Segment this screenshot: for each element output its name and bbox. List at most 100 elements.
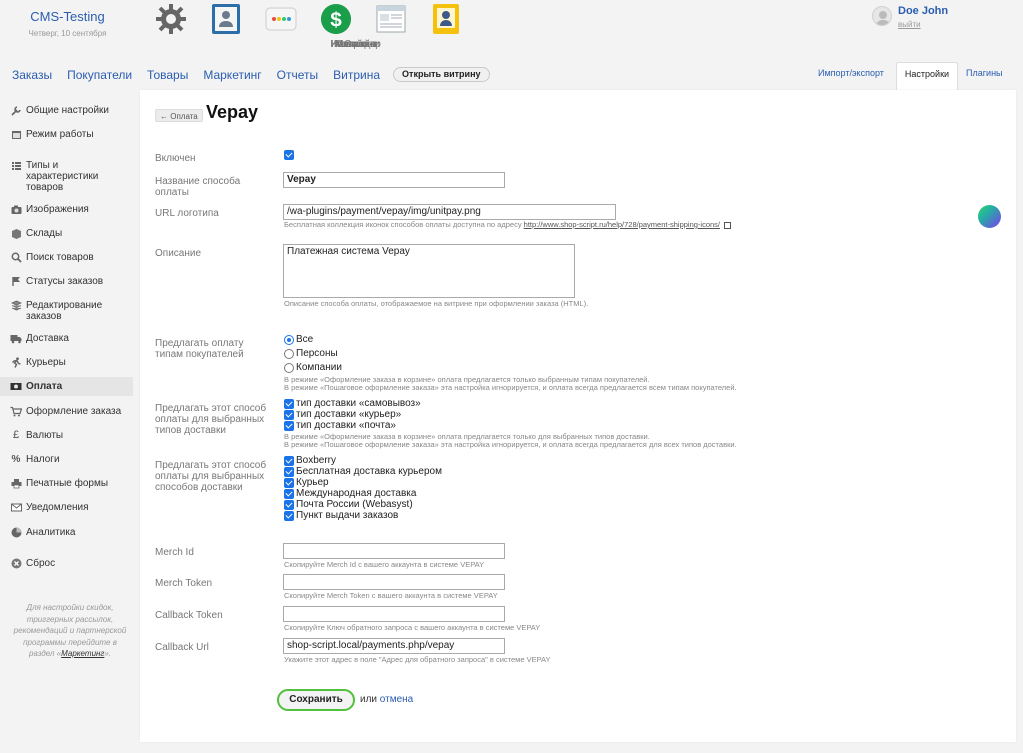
tab-plugins[interactable]: Плагины <box>958 62 1010 90</box>
back-to-payment-button[interactable]: ← Оплата <box>155 109 203 122</box>
sidebar-item-general[interactable]: Общие настройки <box>0 101 133 120</box>
sidebar-item-product-search[interactable]: Поиск товаров <box>0 248 133 267</box>
merch-token-input[interactable] <box>283 574 505 590</box>
callback-token-hint: Скопируйте Ключ обратного запроса с ваше… <box>284 623 541 632</box>
nav-customers[interactable]: Покупатели <box>67 68 132 82</box>
sidebar-item-shipping[interactable]: Доставка <box>0 329 133 348</box>
app-team[interactable]: Команда <box>335 2 473 50</box>
name-input[interactable]: Vepay <box>283 172 505 188</box>
customer-type-persons-label[interactable]: Персоны <box>296 348 338 359</box>
app-label: Команда <box>335 39 376 50</box>
shipping-method-courier-label[interactable]: Курьер <box>296 477 329 488</box>
customer-types-hint-2: В режиме «Пошаговое оформление заказа» э… <box>284 383 737 392</box>
site-icon <box>375 2 407 35</box>
customer-type-all-label[interactable]: Все <box>296 334 313 345</box>
shipping-method-russian-post-label[interactable]: Почта России (Webasyst) <box>296 499 413 510</box>
shipping-method-checkbox[interactable] <box>284 478 294 488</box>
shipping-type-post-label[interactable]: тип доставки «почта» <box>296 420 396 431</box>
sidebar-item-images[interactable]: Изображения <box>0 200 133 219</box>
nav-storefront[interactable]: Витрина <box>333 68 380 82</box>
avatar[interactable] <box>872 6 892 26</box>
sidebar-item-label: Доставка <box>26 333 69 344</box>
description-textarea[interactable]: Платежная система Vepay <box>283 244 575 298</box>
enabled-checkbox[interactable] <box>284 150 294 160</box>
sidebar-item-label: Курьеры <box>26 357 66 368</box>
sidebar-item-order-editing[interactable]: Редактирование заказов <box>0 296 133 326</box>
customer-type-all-radio[interactable] <box>284 335 294 345</box>
app-shop[interactable]: $ Магазин <box>308 2 376 50</box>
printer-icon <box>10 478 22 489</box>
callback-url-hint: Укажите этот адрес в поле "Адрес для обр… <box>284 655 551 664</box>
logout-link[interactable]: выйти <box>898 20 921 29</box>
app-settings[interactable]: Настройки <box>143 2 380 50</box>
nav-marketing[interactable]: Маркетинг <box>203 68 261 82</box>
user-name[interactable]: Doe John <box>898 5 948 17</box>
shipping-method-international-label[interactable]: Международная доставка <box>296 488 416 499</box>
app-name[interactable]: CMS-Testing <box>0 9 135 24</box>
shipping-type-pickup-label[interactable]: тип доставки «самовывоз» <box>296 398 421 409</box>
sidebar-item-warehouses[interactable]: Склады <box>0 224 133 243</box>
contacts-icon <box>210 2 242 35</box>
app-site[interactable]: Сайт <box>344 2 418 50</box>
user-menu[interactable]: Doe John выйти <box>872 5 1012 35</box>
shipping-method-checkbox[interactable] <box>284 456 294 466</box>
shipping-method-checkbox[interactable] <box>284 500 294 510</box>
external-link-icon[interactable] <box>724 221 732 229</box>
save-button[interactable]: Сохранить <box>277 689 355 711</box>
logo-url-input[interactable]: /wa-plugins/payment/vepay/img/unitpay.pn… <box>283 204 616 220</box>
settings-tabs: Импорт/экспорт Настройки Плагины <box>806 62 1011 90</box>
sidebar-item-label: Оплата <box>26 381 63 392</box>
sidebar-item-notifications[interactable]: Уведомления <box>0 498 133 517</box>
or-text: или <box>360 694 378 705</box>
truck-icon <box>10 333 22 344</box>
sidebar-item-label: Общие настройки <box>26 105 109 116</box>
sidebar-item-work-mode[interactable]: Режим работы <box>0 125 133 144</box>
sidebar-item-checkout[interactable]: Оформление заказа <box>0 402 133 421</box>
sidebar-item-couriers[interactable]: Курьеры <box>0 353 133 372</box>
tab-settings[interactable]: Настройки <box>895 62 959 90</box>
shipping-method-free-courier-label[interactable]: Бесплатная доставка курьером <box>296 466 442 477</box>
shipping-type-pickup-checkbox[interactable] <box>284 399 294 409</box>
brand: CMS-Testing Четверг, 10 сентября <box>0 9 135 38</box>
sidebar-item-currencies[interactable]: £ Валюты <box>0 426 133 445</box>
sidebar-item-payment[interactable]: Оплата <box>0 377 133 396</box>
shipping-type-courier-label[interactable]: тип доставки «курьер» <box>296 409 401 420</box>
customer-type-persons-radio[interactable] <box>284 349 294 359</box>
customer-type-companies-label[interactable]: Компании <box>296 362 342 373</box>
merch-id-input[interactable] <box>283 543 505 559</box>
sidebar-item-reset[interactable]: Сброс <box>0 554 133 573</box>
marketing-link[interactable]: Маркетинг <box>61 649 104 658</box>
sidebar-item-taxes[interactable]: % Налоги <box>0 450 133 469</box>
open-storefront-button[interactable]: Открыть витрину <box>393 67 490 82</box>
nav-products[interactable]: Товары <box>147 68 188 82</box>
shipping-method-boxberry-label[interactable]: Boxberry <box>296 455 336 466</box>
sidebar-item-print-forms[interactable]: Печатные формы <box>0 474 133 493</box>
app-switcher: Настройки Контакты Инсталлер $ Магазин С… <box>143 2 473 50</box>
shipping-method-checkbox[interactable] <box>284 511 294 521</box>
main-nav-links: Заказы Покупатели Товары Маркетинг Отчет… <box>12 67 490 82</box>
nav-reports[interactable]: Отчеты <box>277 68 318 82</box>
shipping-type-courier-checkbox[interactable] <box>284 410 294 420</box>
app-installer[interactable]: Инсталлер <box>253 2 381 50</box>
customer-type-companies-radio[interactable] <box>284 363 294 373</box>
app-contacts[interactable]: Контакты <box>198 2 377 50</box>
sidebar-item-analytics[interactable]: Аналитика <box>0 523 133 542</box>
nav-orders[interactable]: Заказы <box>12 68 52 82</box>
calendar-icon <box>10 129 22 140</box>
shipping-method-checkbox[interactable] <box>284 489 294 499</box>
sidebar-item-label: Печатные формы <box>26 478 109 489</box>
main-nav: Заказы Покупатели Товары Маркетинг Отчет… <box>0 62 1023 90</box>
floating-assistant-icon[interactable] <box>978 205 1001 228</box>
shipping-method-checkbox[interactable] <box>284 467 294 477</box>
sidebar-item-types[interactable]: Типы и характеристики товаров <box>0 156 133 197</box>
runner-icon <box>10 357 22 368</box>
shipping-method-pickup-point-label[interactable]: Пункт выдачи заказов <box>296 510 398 521</box>
shipping-type-post-checkbox[interactable] <box>284 421 294 431</box>
callback-token-input[interactable] <box>283 606 505 622</box>
cancel-link[interactable]: отмена <box>380 694 413 705</box>
sidebar-item-order-statuses[interactable]: Статусы заказов <box>0 272 133 291</box>
icons-collection-link[interactable]: http://www.shop-script.ru/help/728/payme… <box>524 220 720 229</box>
or-cancel: или отмена <box>360 694 413 705</box>
tab-import-export[interactable]: Импорт/экспорт <box>806 62 896 90</box>
callback-url-input[interactable]: shop-script.local/payments.php/vepay <box>283 638 505 654</box>
